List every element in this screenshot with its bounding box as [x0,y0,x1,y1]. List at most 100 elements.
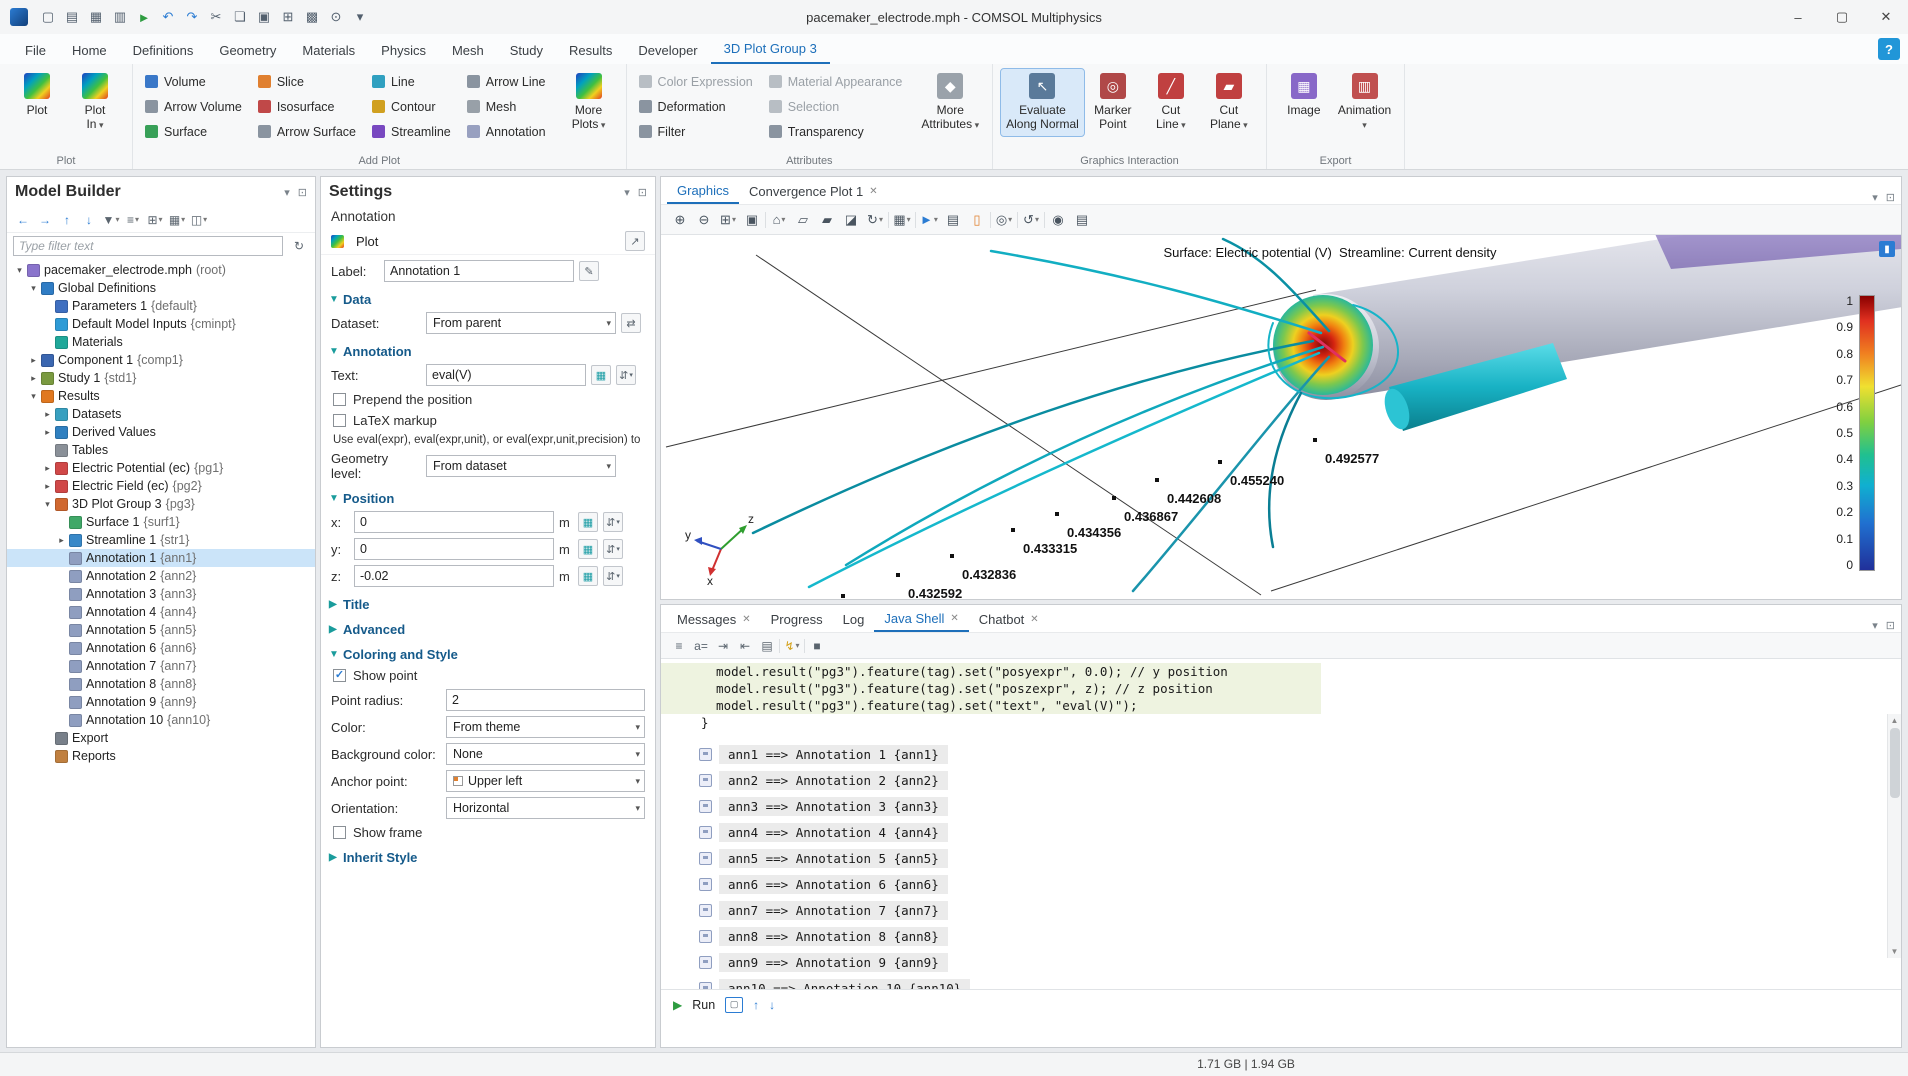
tree-item[interactable]: Annotation 10 {ann10} [7,711,315,729]
float-panel-icon[interactable]: ⊡ [1886,619,1895,632]
tree-expander-icon[interactable]: ▸ [41,481,54,492]
tree-item[interactable]: Annotation 4 {ann4} [7,603,315,621]
xy-view-icon[interactable]: ▱▾ [792,209,814,231]
text-input[interactable] [426,364,586,386]
latex-markup-checkbox[interactable] [333,414,346,427]
save-as-icon[interactable]: ▥ [108,4,132,30]
expression-menu-icon[interactable]: ⇵▾ [603,539,623,559]
tree-expander-icon[interactable]: ▸ [55,535,68,546]
graphics-tab[interactable]: Graphics✕ [667,179,739,204]
zoom-out-icon[interactable]: ⊖▾ [693,209,715,231]
tree-expander-icon[interactable]: ▸ [27,373,40,384]
tree-item[interactable]: Annotation 7 {ann7} [7,657,315,675]
panel-menu-icon[interactable]: ▾ [284,186,290,199]
slice-button[interactable]: Slice [254,69,366,94]
chevron-down-icon[interactable]: ▼ [329,346,339,357]
panel-menu-icon[interactable]: ▾ [624,186,630,199]
scroll-up-icon[interactable]: ▲ [1891,716,1899,725]
arrow-line-button[interactable]: Arrow Line [463,69,556,94]
print-icon[interactable]: ▤▾ [1071,209,1093,231]
separator[interactable]: ▾ [888,212,889,228]
grid-settings-icon[interactable]: ▦▾ [891,209,913,231]
expression-menu-icon[interactable]: ⇵▾ [603,512,623,532]
separator[interactable]: ▾ [1017,212,1018,228]
tree-item[interactable]: Annotation 3 {ann3} [7,585,315,603]
stop-icon[interactable]: ■▾ [807,636,827,656]
annotation-button[interactable]: Annotation [463,119,556,144]
deformation-button[interactable]: Deformation [635,94,763,119]
line-button[interactable]: Line [368,69,461,94]
next-command-icon[interactable]: ↓ [769,998,775,1012]
chevron-right-icon[interactable]: ▶ [329,624,339,635]
separator[interactable]: ▾ [990,212,991,228]
tree-item[interactable]: Annotation 5 {ann5} [7,621,315,639]
position-input[interactable] [354,511,554,533]
float-panel-icon[interactable]: ⊡ [638,186,647,199]
run-button[interactable]: Run [692,998,715,1012]
prepend-position-checkbox[interactable] [333,393,346,406]
move-up-icon[interactable]: ↑▾ [57,210,77,230]
minimize-button[interactable]: – [1776,0,1820,34]
tree-item[interactable]: ▾ 3D Plot Group 3 {pg3} [7,495,315,513]
execute-icon[interactable]: ↯▾ [782,636,802,656]
show-variables-icon[interactable]: a=▾ [691,636,711,656]
ribbon-tab[interactable]: Developer [625,37,710,64]
scroll-down-icon[interactable]: ▼ [1891,947,1899,956]
tree-item[interactable]: ▾ Global Definitions [7,279,315,297]
ribbon-tab[interactable]: Home [59,37,120,64]
tree-item[interactable]: ▸ Study 1 {std1} [7,369,315,387]
show-filter-icon[interactable]: ▼▾ [101,210,121,230]
console-scrollbar[interactable]: ▲ ▼ [1887,714,1901,958]
tree-item[interactable]: ▸ Datasets [7,405,315,423]
update-solution-icon[interactable]: ↺▾ [1020,209,1042,231]
tree-item[interactable]: Reports [7,747,315,765]
filter-options-icon[interactable]: ↻ [289,236,309,256]
ribbon-tab[interactable]: Definitions [120,37,207,64]
close-button[interactable]: ✕ [1864,0,1908,34]
anchor-point-select[interactable]: Upper left▾ [446,770,645,792]
arrow-surface-button[interactable]: Arrow Surface [254,119,366,144]
ribbon-tab[interactable]: File [12,37,59,64]
new-file-icon[interactable]: ▢ [36,4,60,30]
geometry-level-select[interactable]: From dataset ▾ [426,455,616,477]
tree-item[interactable]: Annotation 6 {ann6} [7,639,315,657]
history-icon[interactable]: ▤▾ [757,636,777,656]
tree-expander-icon[interactable]: ▸ [41,463,54,474]
tree-item[interactable]: ▸ Electric Potential (ec) {pg1} [7,459,315,477]
zoom-extents-icon[interactable]: ▣▾ [741,209,763,231]
delete-icon[interactable]: ▩ [300,4,324,30]
console-window-icon[interactable]: ▢ [725,997,743,1013]
insert-icon[interactable]: ⊞ [276,4,300,30]
redo-icon[interactable]: ↷ [180,4,204,30]
tree-expander-icon[interactable]: ▾ [27,283,40,294]
console-tab[interactable]: Progress✕ [761,607,833,632]
default-view-icon[interactable]: ⌂▾ [768,209,790,231]
cut-line-button[interactable]: ╱ Cut Line ▾ [1142,69,1200,136]
tree-expander-icon[interactable]: ▸ [41,427,54,438]
transparency-button[interactable]: Transparency [765,119,913,144]
cut-icon[interactable]: ✂ [204,4,228,30]
tree-item[interactable]: Default Model Inputs {cminpt} [7,315,315,333]
chevron-down-icon[interactable]: ▼ [329,294,339,305]
customize-toolbar-icon[interactable]: ▾ [348,4,372,30]
tree-expander-icon[interactable]: ▾ [41,499,54,510]
float-panel-icon[interactable]: ⊡ [298,186,307,199]
tree-item[interactable]: Annotation 8 {ann8} [7,675,315,693]
tree-item[interactable]: Annotation 9 {ann9} [7,693,315,711]
ribbon-tab[interactable]: 3D Plot Group 3 [711,35,830,64]
tree-item[interactable]: ▾ pacemaker_electrode.mph (root) [7,261,315,279]
yz-view-icon[interactable]: ▰▾ [816,209,838,231]
snapshot-icon[interactable]: ◉▾ [1047,209,1069,231]
evaluate-along-normal-button[interactable]: ↖ Evaluate Along Normal ▾ [1001,69,1084,136]
plot-in-button[interactable]: Plot In ▾ [66,69,124,136]
tree-expander-icon[interactable]: ▾ [13,265,26,276]
position-input[interactable] [354,538,554,560]
close-tab-icon[interactable]: ✕ [742,614,750,625]
scrollbar-thumb[interactable] [1890,728,1900,798]
tree-item[interactable]: Annotation 1 {ann1} [7,549,315,567]
separator[interactable]: ▾ [915,212,916,228]
tree-item[interactable]: ▸ Electric Field (ec) {pg2} [7,477,315,495]
float-panel-icon[interactable]: ⊡ [1886,191,1895,204]
run-icon[interactable]: ► [132,4,156,30]
range-icon[interactable]: ▦ [578,512,598,532]
